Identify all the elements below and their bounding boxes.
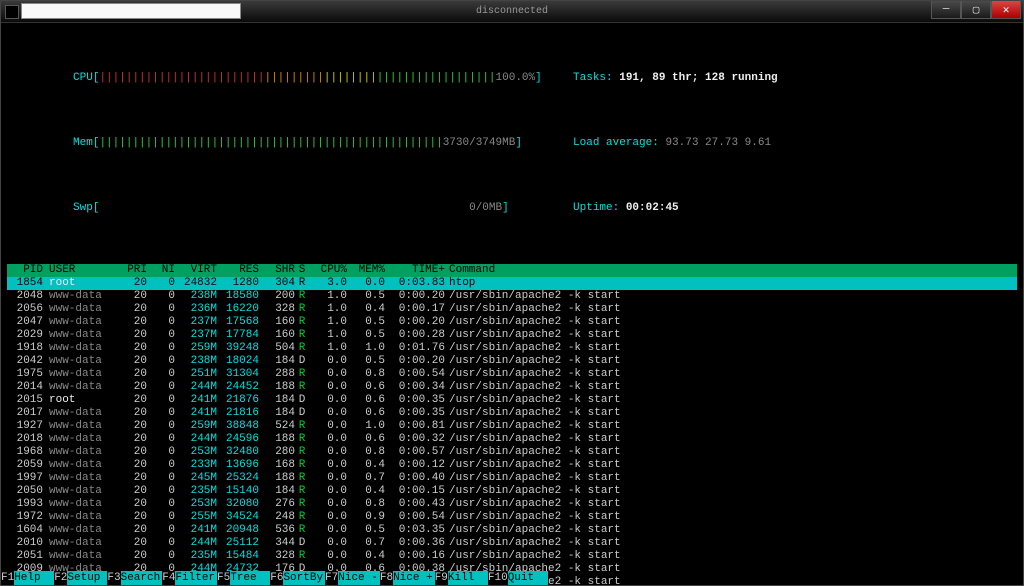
process-row[interactable]: 2010www-data200244M25112344D0.00.70:00.3… (7, 537, 1017, 550)
process-row[interactable]: 2056www-data200236M16220328R1.00.40:00.1… (7, 303, 1017, 316)
flabel-f5[interactable]: Tree (230, 571, 270, 585)
process-row[interactable]: 2015root200241M21876184D0.00.60:00.35/us… (7, 394, 1017, 407)
window-titlebar[interactable]: disconnected ─ ▢ ✕ (1, 1, 1023, 23)
process-row[interactable]: 1927www-data200259M38848524R0.01.00:00.8… (7, 420, 1017, 433)
process-row[interactable]: 2048www-data200238M18580200R1.00.50:00.2… (7, 290, 1017, 303)
terminal-window: disconnected ─ ▢ ✕ CPU[|||||||||||||||||… (0, 0, 1024, 586)
flabel-f7[interactable]: Nice - (338, 571, 380, 585)
process-row[interactable]: 2047www-data200237M17568160R1.00.50:00.2… (7, 316, 1017, 329)
load-value: 93.73 27.73 9.61 (659, 137, 771, 149)
flabel-f10[interactable]: Quit (508, 571, 548, 585)
title-obscured-block (21, 3, 241, 19)
col-cpu[interactable]: CPU% (309, 264, 347, 277)
fkey-f4[interactable]: F4 (162, 571, 175, 585)
process-row[interactable]: 2051www-data200235M15484328R0.00.40:00.1… (7, 550, 1017, 563)
fkey-f1[interactable]: F1 (1, 571, 14, 585)
process-row[interactable]: 1854root200248321280304R3.00.00:03.83hto… (7, 277, 1017, 290)
flabel-f8[interactable]: Nice + (393, 571, 435, 585)
process-row[interactable]: 2014www-data200244M24452188R0.00.60:00.3… (7, 381, 1017, 394)
process-row[interactable]: 2050www-data200235M15140184R0.00.40:00.1… (7, 485, 1017, 498)
process-row[interactable]: 1968www-data200253M32480280R0.00.80:00.5… (7, 446, 1017, 459)
process-row[interactable]: 2018www-data200244M24596188R0.00.60:00.3… (7, 433, 1017, 446)
uptime-value: 00:02:45 (619, 202, 678, 214)
flabel-f2[interactable]: Setup (67, 571, 107, 585)
tasks-value: 191, 89 thr; 128 running (613, 72, 778, 84)
flabel-f9[interactable]: Kill (448, 571, 488, 585)
process-row[interactable]: 2029www-data200237M17784160R1.00.50:00.2… (7, 329, 1017, 342)
process-table-body[interactable]: 1854root200248321280304R3.00.00:03.83hto… (7, 277, 1017, 585)
col-virt[interactable]: VIRT (175, 264, 217, 277)
flabel-f3[interactable]: Search (121, 571, 163, 585)
flabel-f6[interactable]: SortBy (283, 571, 325, 585)
fkey-f7[interactable]: F7 (325, 571, 338, 585)
fkey-f6[interactable]: F6 (270, 571, 283, 585)
fkey-f10[interactable]: F10 (488, 571, 508, 585)
col-res[interactable]: RES (217, 264, 259, 277)
col-time[interactable]: TIME+ (385, 264, 445, 277)
fkey-f9[interactable]: F9 (435, 571, 448, 585)
col-user[interactable]: USER (47, 264, 115, 277)
mem-meter-value: 3730/3749MB (443, 137, 516, 149)
col-pid[interactable]: PID (7, 264, 47, 277)
title-center-text: disconnected (476, 6, 548, 17)
process-row[interactable]: 1918www-data200259M39248504R1.01.00:01.7… (7, 342, 1017, 355)
cpu-meter-label: CPU (73, 72, 93, 84)
function-key-bar: F1Help F2Setup F3SearchF4FilterF5Tree F6… (1, 571, 1023, 585)
flabel-f4[interactable]: Filter (175, 571, 217, 585)
col-shr[interactable]: SHR (259, 264, 295, 277)
load-label: Load average: (573, 137, 659, 149)
process-row[interactable]: 2059www-data200233M13696168R0.00.40:00.1… (7, 459, 1017, 472)
terminal-content: CPU[||||||||||||||||||||||||||||||||||||… (1, 23, 1023, 585)
col-s[interactable]: S (295, 264, 309, 277)
swp-meter-value: 0/0MB (469, 202, 502, 214)
minimize-button[interactable]: ─ (931, 1, 961, 19)
process-row[interactable]: 1975www-data200251M31304288R0.00.80:00.5… (7, 368, 1017, 381)
mem-meter-label: Mem (73, 137, 93, 149)
fkey-f3[interactable]: F3 (107, 571, 120, 585)
app-icon (5, 5, 19, 19)
process-row[interactable]: 1997www-data200245M25324188R0.00.70:00.4… (7, 472, 1017, 485)
process-row[interactable]: 1972www-data200255M34524248R0.00.90:00.5… (7, 511, 1017, 524)
uptime-label: Uptime: (573, 202, 619, 214)
tasks-label: Tasks: (573, 72, 613, 84)
process-table-header[interactable]: PID USER PRI NI VIRT RES SHR S CPU% MEM%… (7, 264, 1017, 277)
fkey-f2[interactable]: F2 (54, 571, 67, 585)
close-button[interactable]: ✕ (991, 1, 1021, 19)
col-mem[interactable]: MEM% (347, 264, 385, 277)
col-cmd[interactable]: Command (445, 264, 1017, 277)
process-row[interactable]: 2042www-data200238M18024184D0.00.50:00.2… (7, 355, 1017, 368)
maximize-button[interactable]: ▢ (961, 1, 991, 19)
fkey-f8[interactable]: F8 (380, 571, 393, 585)
process-row[interactable]: 2017www-data200241M21816184D0.00.60:00.3… (7, 407, 1017, 420)
process-row[interactable]: 1604www-data200241M20948536R0.00.50:03.3… (7, 524, 1017, 537)
col-ni[interactable]: NI (147, 264, 175, 277)
process-row[interactable]: 1993www-data200253M32080276R0.00.80:00.4… (7, 498, 1017, 511)
col-pri[interactable]: PRI (115, 264, 147, 277)
fkey-f5[interactable]: F5 (217, 571, 230, 585)
swp-meter-label: Swp (73, 202, 93, 214)
flabel-f1[interactable]: Help (14, 571, 54, 585)
